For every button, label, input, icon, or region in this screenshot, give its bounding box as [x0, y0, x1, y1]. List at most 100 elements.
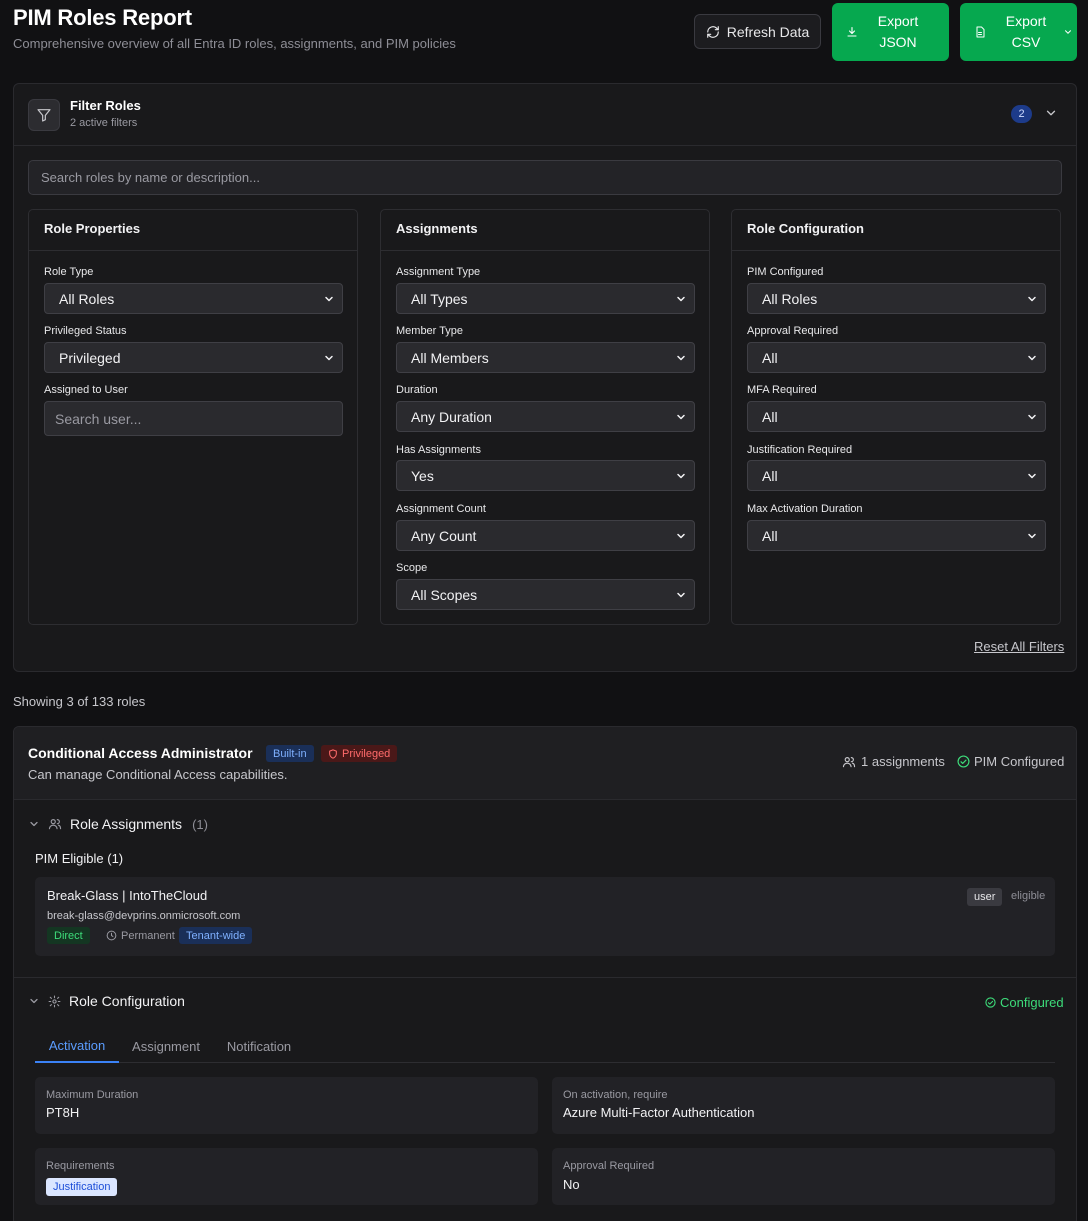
approval-required-select[interactable]: All: [747, 342, 1046, 373]
permanent-badge-label: Permanent: [121, 929, 175, 942]
role-card: Conditional Access Administrator Built-i…: [13, 726, 1077, 1221]
file-icon: [974, 26, 986, 38]
justification-badge: Justification: [46, 1178, 118, 1196]
export-csv-button[interactable]: Export CSV: [960, 3, 1077, 61]
role-card-header[interactable]: Conditional Access Administrator Built-i…: [14, 727, 1076, 800]
role-type-select[interactable]: All Roles: [44, 283, 343, 314]
member-type-select[interactable]: All Members: [396, 342, 695, 373]
duration-select[interactable]: Any Duration: [396, 401, 695, 432]
chevron-down-icon: [675, 293, 687, 305]
permanent-badge: Permanent: [99, 927, 182, 944]
chevron-down-icon: [1026, 411, 1038, 423]
assignments-title: Assignments: [381, 210, 709, 251]
mfa-required-select[interactable]: All: [747, 401, 1046, 432]
member-type-label: Member Type: [396, 325, 464, 337]
member-type-value: All Members: [411, 349, 489, 366]
assignment-item: Break-Glass | IntoTheCloud break-glass@d…: [35, 877, 1055, 956]
role-configuration-title: Role Configuration: [69, 993, 185, 1009]
pim-configured-meta-text: PIM Configured: [974, 754, 1065, 769]
export-csv-label-line2: CSV: [1011, 34, 1041, 50]
assignment-count-select[interactable]: Any Count: [396, 520, 695, 551]
privileged-status-label: Privileged Status: [44, 325, 127, 337]
assignment-type-value: All Types: [411, 290, 468, 307]
justification-required-select[interactable]: All: [747, 460, 1046, 491]
filter-title: Filter Roles: [70, 98, 141, 113]
tab-notification[interactable]: Notification: [213, 1029, 305, 1063]
chevron-down-icon[interactable]: [1063, 27, 1073, 37]
role-type-label: Role Type: [44, 266, 94, 278]
chevron-down-icon: [323, 352, 335, 364]
chevron-down-icon: [675, 589, 687, 601]
assignee-name: Break-Glass | IntoTheCloud: [47, 888, 208, 903]
search-roles-input[interactable]: [28, 160, 1062, 195]
built-in-badge: Built-in: [266, 745, 314, 762]
on-activation-label: On activation, require: [563, 1089, 668, 1101]
approval-required-value: All: [762, 349, 778, 366]
scope-select[interactable]: All Scopes: [396, 579, 695, 610]
chevron-down-icon: [1026, 530, 1038, 542]
chevron-down-icon: [1026, 293, 1038, 305]
reset-all-filters-link[interactable]: Reset All Filters: [974, 639, 1064, 654]
check-circle-icon: [985, 997, 996, 1008]
privileged-badge-label: Privileged: [342, 747, 391, 760]
max-duration-label: Maximum Duration: [46, 1089, 139, 1101]
chevron-down-icon: [28, 818, 40, 830]
active-filter-count-badge: 2: [1011, 105, 1032, 123]
export-json-label-line1: Export: [877, 13, 919, 29]
max-activation-duration-select[interactable]: All: [747, 520, 1046, 551]
refresh-icon: [706, 25, 720, 39]
role-type-value: All Roles: [59, 290, 115, 307]
active-filters-text: 2 active filters: [70, 117, 138, 129]
has-assignments-select[interactable]: Yes: [396, 460, 695, 491]
approval-required-card-value: No: [563, 1177, 580, 1192]
tab-assignment[interactable]: Assignment: [119, 1029, 213, 1063]
export-csv-label-line1: Export: [1005, 13, 1047, 29]
pim-configured-select[interactable]: All Roles: [747, 283, 1046, 314]
requirements-card: Requirements Justification: [35, 1148, 538, 1205]
assignment-type-select[interactable]: All Types: [396, 283, 695, 314]
chevron-down-icon: [675, 530, 687, 542]
export-json-button[interactable]: Export JSON: [832, 3, 949, 61]
max-activation-duration-label: Max Activation Duration: [747, 503, 863, 515]
role-configuration-filter-title: Role Configuration: [732, 210, 1060, 251]
justification-required-value: All: [762, 467, 778, 484]
configured-status: Configured: [985, 995, 1064, 1010]
max-duration-card: Maximum Duration PT8H: [35, 1077, 538, 1134]
refresh-data-button[interactable]: Refresh Data: [694, 14, 821, 49]
role-description: Can manage Conditional Access capabiliti…: [28, 767, 288, 782]
collapse-filters-chevron-icon[interactable]: [1044, 106, 1058, 120]
assignment-type-label: Assignment Type: [396, 266, 481, 278]
privileged-badge: Privileged: [321, 745, 398, 762]
role-assignments-toggle[interactable]: Role Assignments (1): [28, 816, 208, 832]
direct-badge: Direct: [47, 927, 90, 944]
filter-icon: [28, 99, 60, 131]
config-tabs: Activation Assignment Notification: [35, 1029, 1055, 1063]
download-icon: [846, 26, 858, 38]
filter-panel-header[interactable]: Filter Roles 2 active filters 2: [14, 84, 1076, 146]
pim-configured-label: PIM Configured: [747, 266, 824, 278]
pim-configured-value: All Roles: [762, 290, 818, 307]
assigned-user-input[interactable]: [44, 401, 343, 436]
pim-configured-meta: PIM Configured: [957, 754, 1064, 769]
has-assignments-label: Has Assignments: [396, 444, 481, 456]
role-assignments-title: Role Assignments: [70, 816, 183, 832]
role-configuration-toggle[interactable]: Role Configuration: [28, 993, 185, 1009]
role-name: Conditional Access Administrator: [28, 745, 253, 761]
chevron-down-icon: [675, 470, 687, 482]
export-json-label-line2: JSON: [879, 34, 917, 50]
chevron-down-icon: [675, 411, 687, 423]
chevron-down-icon: [675, 352, 687, 364]
chevron-down-icon: [1026, 470, 1038, 482]
pim-eligible-group-title: PIM Eligible (1): [35, 851, 124, 866]
on-activation-value: Azure Multi-Factor Authentication: [563, 1105, 755, 1120]
assignments-meta: 1 assignments: [842, 754, 945, 769]
privileged-status-select[interactable]: Privileged: [44, 342, 343, 373]
assignee-email: break-glass@devprins.onmicrosoft.com: [47, 910, 241, 922]
on-activation-card: On activation, require Azure Multi-Facto…: [552, 1077, 1055, 1134]
refresh-data-label: Refresh Data: [726, 23, 810, 40]
tab-activation[interactable]: Activation: [35, 1029, 119, 1063]
has-assignments-value: Yes: [411, 467, 434, 484]
check-circle-icon: [957, 755, 970, 768]
filter-panel: Filter Roles 2 active filters 2 Role Pro…: [13, 83, 1077, 672]
page-title: PIM Roles Report: [13, 5, 192, 30]
